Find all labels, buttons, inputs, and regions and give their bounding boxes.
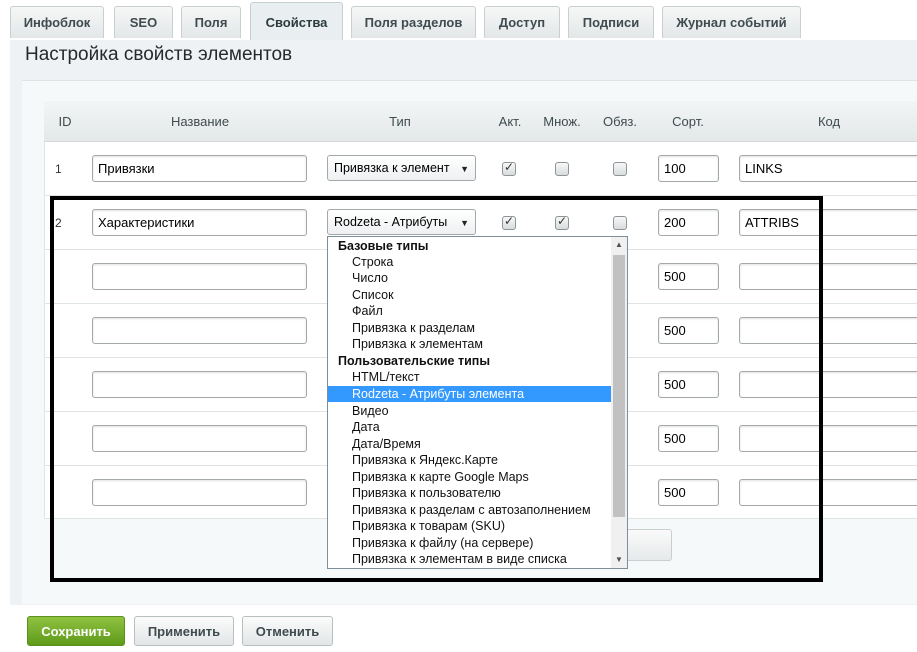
apply-button[interactable]: Применить <box>134 616 234 646</box>
sort-input[interactable]: 100 <box>658 155 719 182</box>
sort-input[interactable]: 500 <box>658 479 719 506</box>
required-checkbox[interactable] <box>613 216 627 230</box>
more-button[interactable] <box>622 529 672 561</box>
dropdown-option[interactable]: Привязка к пользователю <box>328 485 612 501</box>
code-input[interactable] <box>739 371 917 398</box>
sort-input[interactable]: 500 <box>658 263 719 290</box>
dropdown-option[interactable]: Привязка к Яндекс.Карте <box>328 452 612 468</box>
dropdown-option[interactable]: Привязка к разделам <box>328 320 612 336</box>
name-input[interactable] <box>92 317 307 344</box>
column-header-id: ID <box>58 114 72 129</box>
scroll-down-icon[interactable]: ▼ <box>611 552 627 568</box>
dropdown-option[interactable]: Дата <box>328 419 612 435</box>
scroll-thumb[interactable] <box>613 255 625 517</box>
tab-properties[interactable]: Свойства <box>250 2 343 42</box>
name-input[interactable] <box>92 263 307 290</box>
tab-section-fields[interactable]: Поля разделов <box>351 6 476 38</box>
column-header-sort: Сорт. <box>672 114 704 129</box>
check-icon: ✓ <box>557 214 568 228</box>
tab-seo[interactable]: SEO <box>114 6 173 38</box>
dropdown-option[interactable]: Привязка к разделам с автозаполнением <box>328 502 612 518</box>
check-icon: ✓ <box>504 160 515 174</box>
dropdown-option[interactable]: Видео <box>328 403 612 419</box>
row-id: 1 <box>55 162 62 176</box>
sort-input[interactable]: 200 <box>658 209 719 236</box>
row-id: 2 <box>55 216 62 230</box>
dropdown-option[interactable]: Дата/Время <box>328 436 612 452</box>
type-dropdown-list[interactable]: Базовые типы Строка Число Список Файл Пр… <box>327 236 628 569</box>
multiple-checkbox[interactable]: ✓ <box>555 214 569 230</box>
sort-input[interactable]: 500 <box>658 425 719 452</box>
column-header-active: Акт. <box>498 114 522 129</box>
code-input[interactable]: LINKS <box>739 155 917 182</box>
dropdown-option[interactable]: Привязка к файлу (на сервере) <box>328 535 612 551</box>
name-input[interactable] <box>92 425 307 452</box>
dropdown-option[interactable]: Привязка к товарам (SKU) <box>328 518 612 534</box>
active-checkbox[interactable]: ✓ <box>502 214 516 230</box>
dropdown-option[interactable]: Привязка к элементам <box>328 336 612 352</box>
dropdown-option[interactable]: Строка <box>328 254 612 270</box>
dropdown-option[interactable]: Привязка к карте Google Maps <box>328 469 612 485</box>
dropdown-option-selected[interactable]: Rodzeta - Атрибуты элемента <box>328 386 612 402</box>
column-header-multiple: Множ. <box>543 114 581 129</box>
tab-infoblock[interactable]: Инфоблок <box>10 6 104 38</box>
column-header-name: Название <box>170 114 230 129</box>
check-icon: ✓ <box>504 214 515 228</box>
type-select[interactable]: Привязка к элемент ▼ <box>327 155 476 181</box>
name-input[interactable]: Характеристики <box>92 209 307 236</box>
name-input[interactable]: Привязки <box>92 155 307 182</box>
name-input[interactable] <box>92 371 307 398</box>
dropdown-option[interactable]: Список <box>328 287 612 303</box>
active-checkbox[interactable]: ✓ <box>502 160 516 176</box>
type-select[interactable]: Rodzeta - Атрибуты ▼ <box>327 209 476 235</box>
type-select-value: Rodzeta - Атрибуты <box>334 215 448 229</box>
dropdown-scrollbar[interactable]: ▲ ▼ <box>611 237 627 568</box>
code-input[interactable] <box>739 425 917 452</box>
tab-bar: Инфоблок SEO Поля Свойства Поля разделов… <box>0 0 917 42</box>
column-header-required: Обяз. <box>603 114 637 129</box>
tab-access[interactable]: Доступ <box>484 6 560 38</box>
column-header-type: Тип <box>389 114 411 129</box>
code-input[interactable] <box>739 317 917 344</box>
tab-captions[interactable]: Подписи <box>568 6 654 38</box>
scroll-up-icon[interactable]: ▲ <box>611 237 627 253</box>
name-input[interactable] <box>92 479 307 506</box>
code-input[interactable] <box>739 479 917 506</box>
save-button[interactable]: Сохранить <box>27 616 125 646</box>
dropdown-option[interactable]: HTML/текст <box>328 369 612 385</box>
type-select-value: Привязка к элемент <box>334 161 450 175</box>
dropdown-option[interactable]: Файл <box>328 303 612 319</box>
multiple-checkbox[interactable] <box>555 162 569 176</box>
column-header-code: Код <box>817 114 841 129</box>
chevron-down-icon: ▼ <box>460 218 469 228</box>
sort-input[interactable]: 500 <box>658 317 719 344</box>
chevron-down-icon: ▼ <box>460 164 469 174</box>
code-input[interactable]: ATTRIBS <box>739 209 917 236</box>
optgroup-label: Базовые типы <box>338 239 429 253</box>
dropdown-option[interactable]: Привязка к элементам в виде списка <box>328 551 612 567</box>
optgroup-label: Пользовательские типы <box>338 354 490 368</box>
tab-fields[interactable]: Поля <box>181 6 241 38</box>
section-title: Настройка свойств элементов <box>25 44 293 65</box>
sort-input[interactable]: 500 <box>658 371 719 398</box>
required-checkbox[interactable] <box>613 162 627 176</box>
code-input[interactable] <box>739 263 917 290</box>
tab-event-log[interactable]: Журнал событий <box>662 6 801 38</box>
row-divider <box>44 195 917 196</box>
cancel-button[interactable]: Отменить <box>242 616 333 646</box>
dropdown-option[interactable]: Число <box>328 270 612 286</box>
